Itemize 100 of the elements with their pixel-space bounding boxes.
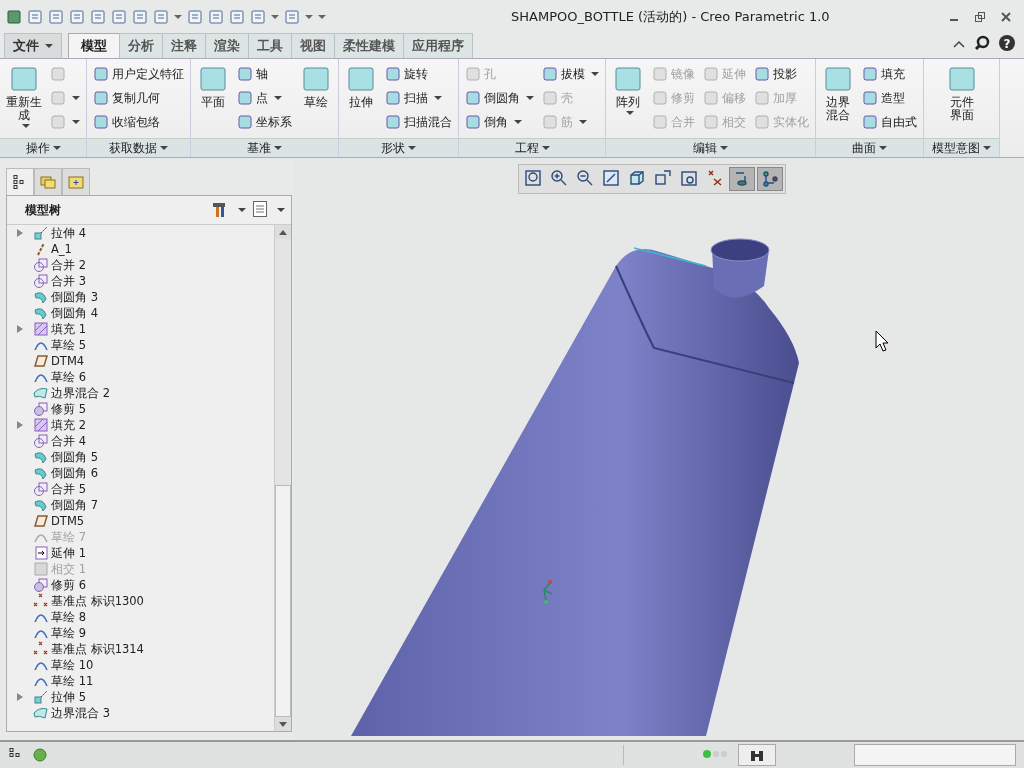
ribbon-tool[interactable]: 扫描混合 bbox=[385, 110, 452, 134]
ribbon-tab[interactable]: 柔性建模 bbox=[334, 33, 404, 58]
ribbon-tool[interactable]: 倒圆角 bbox=[465, 86, 534, 110]
ribbon-tool[interactable]: 用户定义特征 bbox=[93, 62, 184, 86]
tree-item[interactable]: A_1 bbox=[49, 241, 72, 257]
group-label[interactable]: 编辑 bbox=[606, 138, 815, 157]
binoculars-button[interactable] bbox=[738, 744, 776, 766]
ribbon-tab[interactable]: 分析 bbox=[119, 33, 163, 58]
ribbon-tool[interactable]: 拉伸 bbox=[345, 62, 377, 134]
tree-item[interactable]: 边界混合 3 bbox=[49, 705, 110, 721]
group-label[interactable]: 形状 bbox=[339, 138, 458, 157]
nodes-icon[interactable] bbox=[757, 167, 783, 191]
group-label[interactable]: 模型意图 bbox=[924, 138, 999, 157]
tree-item[interactable]: 拉伸 4 bbox=[49, 225, 86, 241]
tree-item[interactable]: 倒圆角 5 bbox=[49, 449, 98, 465]
caret-icon[interactable] bbox=[174, 15, 182, 19]
parallelogram-icon bbox=[33, 513, 49, 529]
tree-item[interactable]: DTM5 bbox=[49, 513, 85, 529]
selection-filter-field[interactable] bbox=[854, 744, 1016, 766]
ribbon-tool[interactable]: 轴 bbox=[237, 62, 292, 86]
ribbon-tool[interactable]: 收缩包络 bbox=[93, 110, 184, 134]
circle-square-icon bbox=[33, 401, 49, 417]
tree-item[interactable]: 倒圆角 3 bbox=[49, 289, 98, 305]
ribbon-tool[interactable]: 倒角 bbox=[465, 110, 534, 134]
app-icon[interactable] bbox=[6, 9, 22, 25]
tree-item[interactable]: 合并 5 bbox=[49, 481, 86, 497]
tree-item[interactable]: 草绘 9 bbox=[49, 625, 86, 641]
tree-item[interactable]: 合并 4 bbox=[49, 433, 86, 449]
tree-item[interactable]: 倒圆角 4 bbox=[49, 305, 98, 321]
tool-label: 孔 bbox=[484, 65, 496, 83]
tool-label: 筋 bbox=[561, 113, 573, 131]
tree-item[interactable]: DTM4 bbox=[49, 353, 85, 369]
ribbon-tool[interactable]: 填充 bbox=[862, 62, 917, 86]
tree-item[interactable]: 修剪 6 bbox=[49, 577, 86, 593]
caret-icon[interactable] bbox=[271, 15, 279, 19]
tree-item[interactable]: 合并 2 bbox=[49, 257, 86, 273]
caret-icon[interactable] bbox=[238, 208, 246, 212]
circle-square-icon bbox=[33, 433, 49, 449]
ribbon-tool[interactable]: 拔模 bbox=[542, 62, 599, 86]
group-label[interactable]: 工程 bbox=[459, 138, 605, 157]
tree-item[interactable]: 边界混合 2 bbox=[49, 385, 110, 401]
ribbon-tool[interactable]: 投影 bbox=[754, 62, 809, 86]
expand-arrow-icon[interactable] bbox=[17, 325, 23, 333]
ribbon-tab[interactable]: 模型 bbox=[68, 33, 120, 58]
ribbon-tab[interactable]: 工具 bbox=[248, 33, 292, 58]
tree-item[interactable]: 倒圆角 6 bbox=[49, 465, 98, 481]
globe-icon[interactable] bbox=[32, 747, 48, 763]
ribbon-tab[interactable]: 应用程序 bbox=[403, 33, 473, 58]
ribbon-tool[interactable]: 自由式 bbox=[862, 110, 917, 134]
tree-item[interactable]: 填充 2 bbox=[49, 417, 86, 433]
ribbon-tool[interactable]: 重新生 成 bbox=[6, 62, 42, 134]
expand-arrow-icon[interactable] bbox=[17, 229, 23, 237]
tool-label: 阵列 bbox=[616, 96, 640, 109]
ribbon-tool[interactable]: 旋转 bbox=[385, 62, 452, 86]
ribbon-tool[interactable]: 扫描 bbox=[385, 86, 452, 110]
restore-icon[interactable] bbox=[974, 11, 986, 23]
tree-icon[interactable] bbox=[6, 168, 34, 195]
circle-square-icon bbox=[33, 273, 49, 289]
tree-item[interactable]: 草绘 8 bbox=[49, 609, 86, 625]
ribbon-tool[interactable]: 平面 bbox=[197, 62, 229, 134]
tool-label: 混合 bbox=[826, 109, 850, 122]
group-label[interactable]: 操作 bbox=[0, 138, 86, 157]
tree-item[interactable]: 填充 1 bbox=[49, 321, 86, 337]
tree-item[interactable]: 草绘 11 bbox=[49, 673, 94, 689]
tree-item[interactable]: 合并 3 bbox=[49, 273, 86, 289]
tree-item[interactable]: 修剪 5 bbox=[49, 401, 86, 417]
tree-item[interactable]: 草绘 5 bbox=[49, 337, 86, 353]
expand-arrow-icon[interactable] bbox=[17, 693, 23, 701]
tree-item[interactable]: 基准点 标识1300 bbox=[49, 593, 144, 609]
tool-icon bbox=[465, 66, 481, 82]
ribbon-tab[interactable]: 渲染 bbox=[205, 33, 249, 58]
group-label[interactable]: 曲面 bbox=[816, 138, 923, 157]
tool-icon bbox=[754, 66, 770, 82]
tool-label: 点 bbox=[256, 89, 268, 107]
ribbon-tool[interactable]: 边界 混合 bbox=[822, 62, 854, 134]
ribbon-tool[interactable]: 复制几何 bbox=[93, 86, 184, 110]
close-icon[interactable] bbox=[1000, 11, 1012, 23]
ribbon-tool[interactable]: 坐标系 bbox=[237, 110, 292, 134]
ribbon-tool[interactable]: 元件 界面 bbox=[930, 62, 993, 134]
ribbon-tab[interactable]: 文件 bbox=[4, 33, 62, 58]
tool-icon bbox=[300, 64, 332, 94]
ribbon-tool[interactable]: 点 bbox=[237, 86, 292, 110]
tree-item[interactable]: 拉伸 5 bbox=[49, 689, 86, 705]
group-label[interactable]: 获取数据 bbox=[87, 138, 190, 157]
scrollbar[interactable] bbox=[274, 225, 291, 731]
tree-item[interactable]: 倒圆角 7 bbox=[49, 497, 98, 513]
tree-item[interactable]: 延伸 1 bbox=[49, 545, 86, 561]
cross-marks-icon bbox=[33, 641, 49, 657]
eye-icon[interactable] bbox=[729, 167, 755, 191]
ribbon-tool[interactable]: 造型 bbox=[862, 86, 917, 110]
tree-item[interactable]: 草绘 10 bbox=[49, 657, 94, 673]
expand-arrow-icon[interactable] bbox=[17, 421, 23, 429]
tree-item[interactable]: 草绘 6 bbox=[49, 369, 86, 385]
tree-item[interactable]: 基准点 标识1314 bbox=[49, 641, 144, 657]
caret-icon[interactable] bbox=[277, 208, 285, 212]
ribbon-tab[interactable]: 注释 bbox=[162, 33, 206, 58]
group-label[interactable]: 基准 bbox=[191, 138, 338, 157]
ribbon-tab[interactable]: 视图 bbox=[291, 33, 335, 58]
ribbon-tool[interactable]: 草绘 bbox=[300, 62, 332, 134]
ribbon-tool[interactable]: 阵列 bbox=[612, 62, 644, 134]
